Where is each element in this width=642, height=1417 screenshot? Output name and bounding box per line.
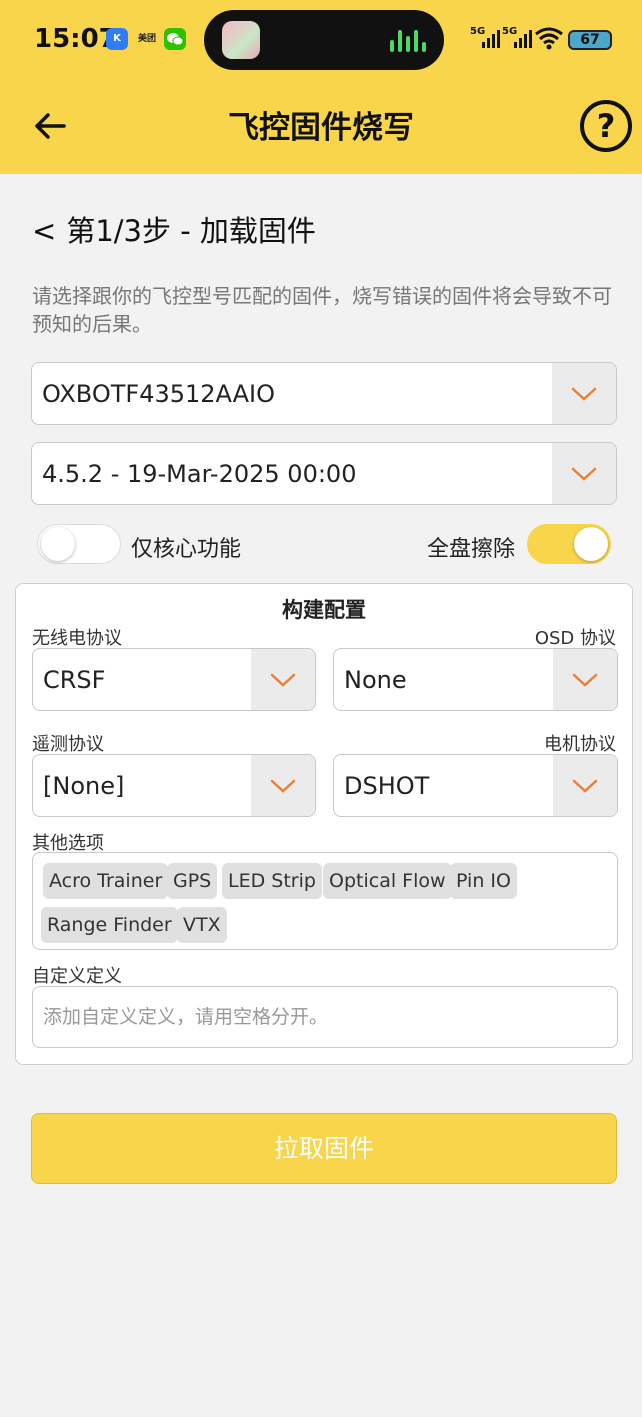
motor-protocol-select[interactable]: DSHOT	[333, 754, 618, 817]
media-thumbnail	[222, 21, 260, 59]
chevron-left-icon: <	[32, 214, 57, 248]
toggle-knob	[41, 527, 75, 561]
osd-protocol-label: OSD 协议	[534, 628, 616, 649]
motor-protocol-label: 电机协议	[544, 734, 616, 755]
toggle-knob	[574, 527, 608, 561]
radio-protocol-value: CRSF	[43, 666, 106, 694]
meituan-app-icon: 美团	[136, 28, 158, 50]
radio-protocol-label: 无线电协议	[32, 628, 122, 649]
chip-optical-flow[interactable]: Optical Flow	[323, 863, 452, 899]
battery-icon: 67	[568, 30, 612, 50]
chip-led-strip[interactable]: LED Strip	[222, 863, 322, 899]
telemetry-protocol-label: 遥测协议	[32, 734, 104, 755]
k-app-icon: K	[106, 28, 128, 50]
core-only-toggle[interactable]	[37, 524, 121, 564]
core-only-label: 仅核心功能	[131, 537, 242, 562]
chip-pin-io[interactable]: Pin IO	[450, 863, 517, 899]
radio-protocol-select[interactable]: CRSF	[32, 648, 316, 711]
dynamic-island[interactable]	[204, 10, 444, 70]
osd-protocol-value: None	[344, 666, 407, 694]
page-title: 飞控固件烧写	[228, 110, 414, 146]
chip-gps[interactable]: GPS	[167, 863, 218, 899]
app-bar: 飞控固件烧写 ?	[0, 80, 642, 174]
board-select-dropdown[interactable]	[552, 363, 616, 424]
chevron-down-icon	[270, 673, 296, 687]
other-options-multiselect[interactable]: Acro Trainer GPS LED Strip Optical Flow …	[32, 852, 618, 950]
wifi-icon	[535, 27, 563, 50]
fetch-firmware-button[interactable]: 拉取固件	[31, 1113, 617, 1184]
motor-protocol-value: DSHOT	[344, 772, 430, 800]
help-button[interactable]: ?	[580, 100, 632, 152]
radio-protocol-dropdown[interactable]	[251, 649, 315, 710]
cellular-signal-icon-2: 5G	[502, 26, 532, 48]
full-erase-toggle[interactable]	[527, 524, 611, 564]
firmware-warning-text: 请选择跟你的飞控型号匹配的固件，烧写错误的固件将会导致不可预知的后果。	[32, 284, 612, 336]
custom-defines-label: 自定义定义	[32, 966, 122, 987]
version-select-dropdown[interactable]	[552, 443, 616, 504]
version-select[interactable]: 4.5.2 - 19-Mar-2025 00:00	[31, 442, 617, 505]
chevron-down-icon	[571, 387, 597, 401]
chip-acro-trainer[interactable]: Acro Trainer	[43, 863, 169, 899]
telemetry-protocol-value: [None]	[43, 772, 125, 800]
chevron-down-icon	[572, 779, 598, 793]
build-config-card: 构建配置 无线电协议 OSD 协议 CRSF None 遥测协议 电机协议 [N…	[15, 583, 633, 1065]
status-time: 15:07	[34, 24, 117, 54]
status-bar: 15:07 K 美团 5G 5G 67	[0, 0, 642, 80]
motor-protocol-dropdown[interactable]	[553, 755, 617, 816]
step-title[interactable]: < 第1/3步 - 加载固件	[32, 208, 316, 250]
cellular-signal-icon: 5G	[470, 26, 500, 48]
chevron-down-icon	[572, 673, 598, 687]
wechat-icon	[164, 28, 186, 50]
board-select[interactable]: OXBOTF43512AAIO	[31, 362, 617, 425]
step-title-text: 第1/3步 - 加载固件	[66, 214, 316, 248]
osd-protocol-dropdown[interactable]	[553, 649, 617, 710]
osd-protocol-select[interactable]: None	[333, 648, 618, 711]
telemetry-protocol-dropdown[interactable]	[251, 755, 315, 816]
chevron-down-icon	[571, 467, 597, 481]
chip-range-finder[interactable]: Range Finder	[41, 907, 178, 943]
telemetry-protocol-select[interactable]: [None]	[32, 754, 316, 817]
custom-defines-input[interactable]: 添加自定义定义，请用空格分开。	[32, 986, 618, 1048]
build-config-title: 构建配置	[282, 598, 366, 622]
full-erase-label: 全盘擦除	[427, 537, 516, 562]
board-select-value: OXBOTF43512AAIO	[42, 380, 276, 408]
chevron-down-icon	[270, 779, 296, 793]
chip-vtx[interactable]: VTX	[177, 907, 227, 943]
version-select-value: 4.5.2 - 19-Mar-2025 00:00	[42, 460, 357, 488]
audio-wave-icon	[390, 28, 426, 52]
